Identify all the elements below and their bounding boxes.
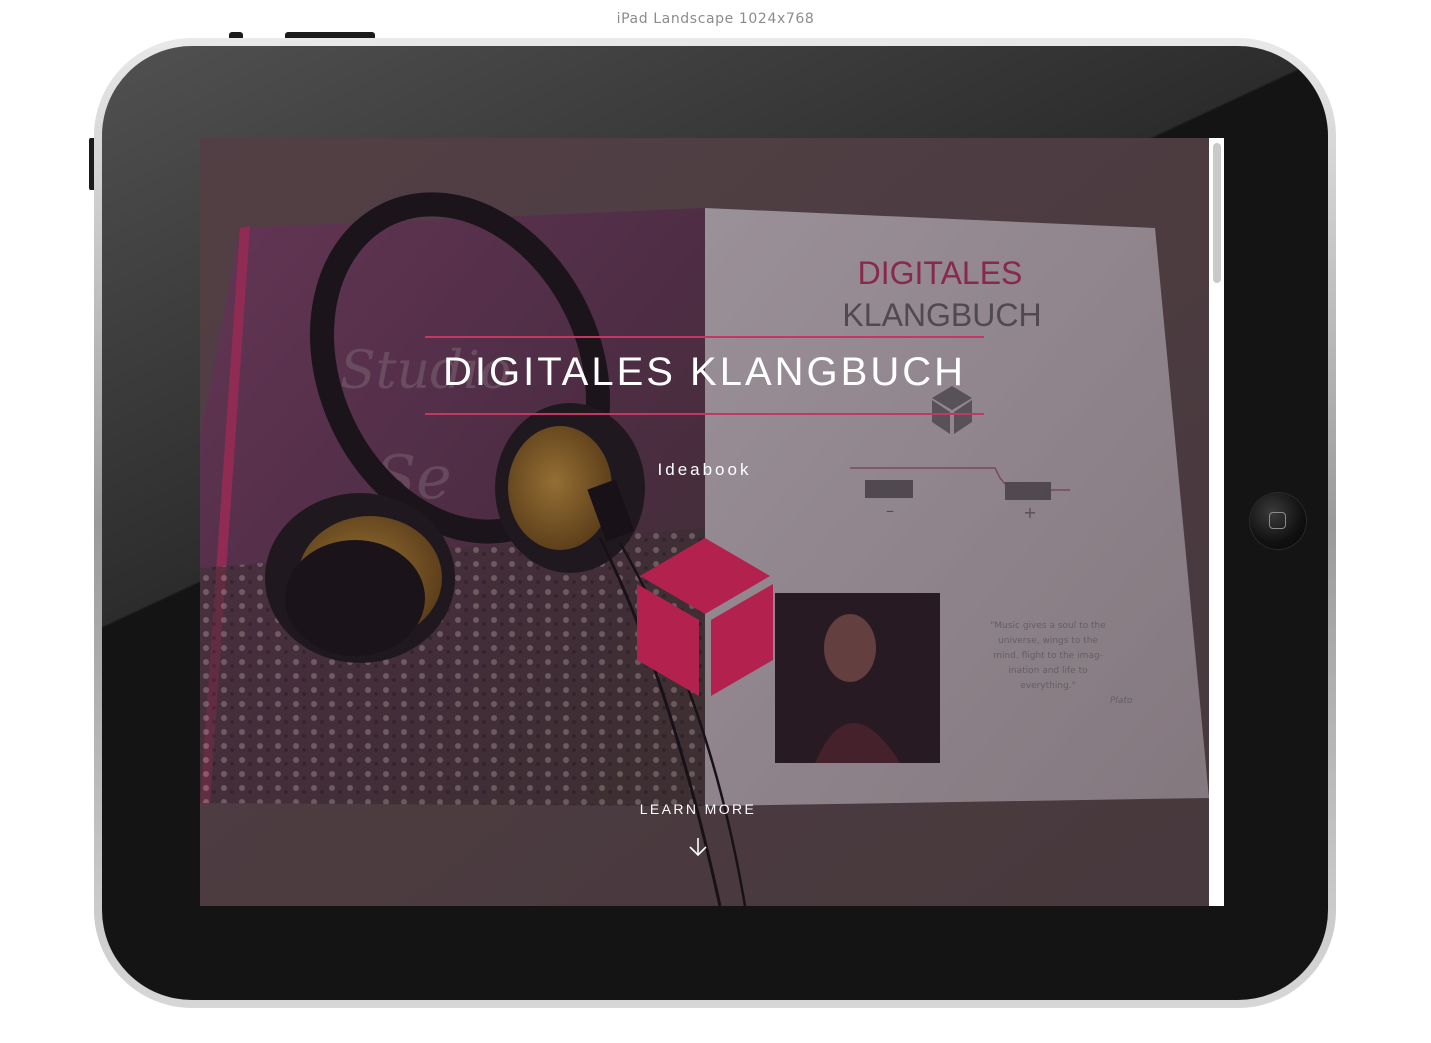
hero-title-block: DIGITALES KLANGBUCH <box>425 336 984 416</box>
arrow-down-icon[interactable] <box>687 836 709 858</box>
title-rule-top <box>425 336 984 338</box>
hero-title: DIGITALES KLANGBUCH <box>442 350 967 394</box>
hero-overlay <box>200 138 1209 906</box>
home-button-icon <box>1269 512 1286 529</box>
page-scrollbar[interactable] <box>1209 138 1224 906</box>
scrollbar-thumb[interactable] <box>1213 143 1221 283</box>
device-screen: Studio Se DIGITALES KLANGBUCH – + "Music… <box>200 138 1224 906</box>
hero-subtitle: Ideabook <box>657 460 752 479</box>
title-rule-bottom <box>425 413 984 415</box>
hero-section: Studio Se DIGITALES KLANGBUCH – + "Music… <box>200 138 1209 906</box>
cube-icon <box>637 538 773 696</box>
learn-more-link[interactable]: LEARN MORE <box>200 801 1196 817</box>
home-button[interactable] <box>1250 493 1306 549</box>
device-label: iPad Landscape 1024x768 <box>616 11 815 27</box>
